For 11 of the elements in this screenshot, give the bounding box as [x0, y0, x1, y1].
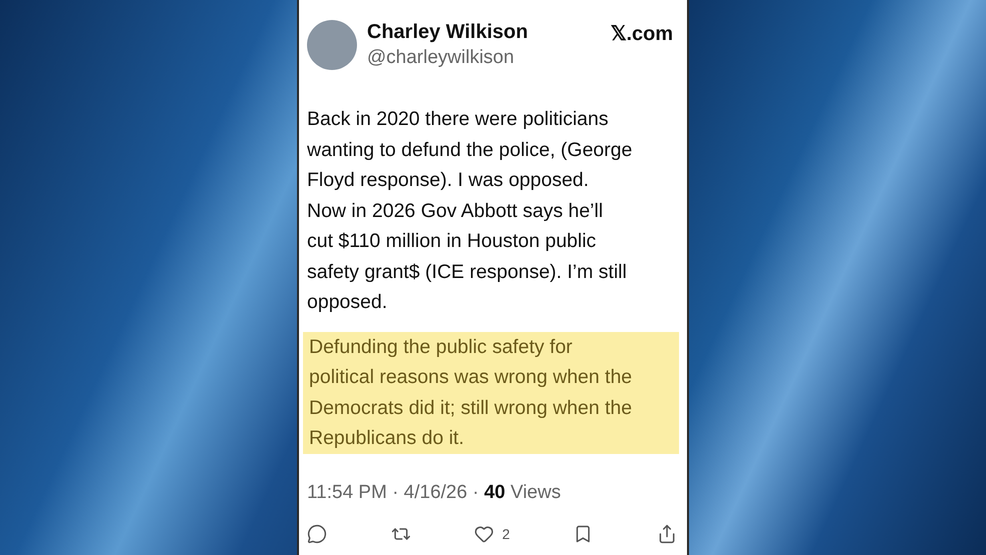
post-text: Back in 2020 there were politicians wanting to defund the police, (George Floyd response). I was opposed. Now in 2026 Gov Abbott says he’ll cut $110 million in Houston public safety grant$ (ICE response). I’m still opposed.: [307, 107, 634, 315]
highlighted-text: Defunding the public safety for political reasons was wrong when the Democrats did it; still wrong when the Republicans do it.: [303, 332, 679, 454]
source-label: 𝕏.com: [610, 22, 673, 46]
post-meta: 11:54 PM · 4/16/26 · 40 Views: [307, 482, 562, 504]
author-handle: @charleywilkison: [367, 47, 516, 69]
avatar: [307, 20, 357, 70]
like-count: 2: [502, 526, 510, 542]
heart-icon[interactable]: [474, 524, 494, 544]
speech-bubble-icon[interactable]: [307, 524, 327, 544]
share-icon[interactable]: [656, 524, 677, 544]
author-name: Charley Wilkison: [367, 21, 529, 44]
